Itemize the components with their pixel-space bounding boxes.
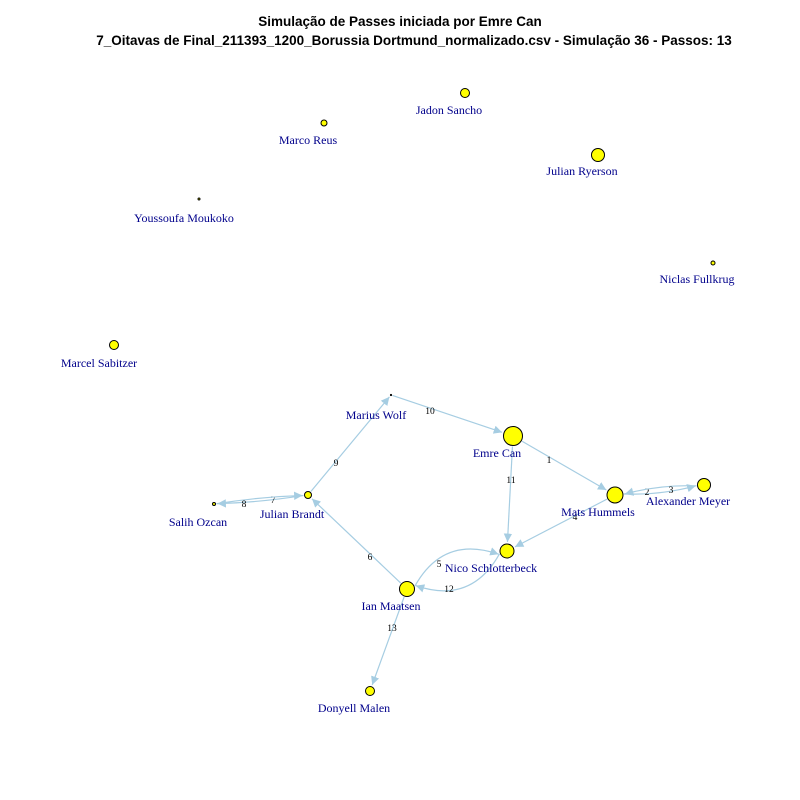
pass-edge-6 [311, 498, 402, 584]
pass-edge-label-6: 6 [368, 553, 373, 563]
player-node-wolf [389, 393, 393, 397]
player-node-ozcan [212, 502, 216, 506]
player-label-reus: Marco Reus [279, 133, 338, 147]
player-label-meyer: Alexander Meyer [646, 494, 730, 508]
pass-edge-8 [216, 491, 303, 505]
player-label-malen: Donyell Malen [318, 701, 390, 715]
pass-edge-label-11: 11 [506, 476, 515, 486]
player-node-moukoko [197, 197, 201, 201]
player-label-wolf: Marius Wolf [346, 408, 406, 422]
player-node-sancho [460, 88, 470, 98]
pass-edge-label-9: 9 [334, 459, 339, 469]
player-label-hummels: Mats Hummels [561, 505, 635, 519]
player-label-emre: Emre Can [473, 446, 521, 460]
pass-edge-1 [521, 440, 607, 491]
pass-edge-label-5: 5 [437, 560, 442, 570]
player-node-schlotterbeck [499, 543, 515, 559]
player-label-ryerson: Julian Ryerson [546, 164, 617, 178]
player-label-fullkrug: Niclas Fullkrug [660, 272, 735, 286]
diagram-title: Simulação de Passes iniciada por Emre Ca… [258, 14, 542, 29]
player-node-reus [320, 119, 328, 127]
player-label-moukoko: Youssoufa Moukoko [134, 211, 234, 225]
player-node-hummels [606, 486, 624, 504]
player-node-fullkrug [710, 260, 716, 266]
pass-edge-label-8: 8 [242, 500, 247, 510]
pass-edge-label-1: 1 [547, 456, 552, 466]
player-node-sabitzer [109, 340, 119, 350]
player-node-emre [503, 426, 523, 446]
player-node-maatsen [399, 581, 415, 597]
player-node-malen [365, 686, 375, 696]
player-node-meyer [697, 478, 711, 492]
pass-network-diagram: Simulação de Passes iniciada por Emre Ca… [61, 14, 735, 715]
pass-edge-label-13: 13 [387, 624, 397, 634]
player-label-sancho: Jadon Sancho [416, 103, 482, 117]
player-label-maatsen: Ian Maatsen [362, 599, 421, 613]
edges-layer: 12 345678910111213 [216, 394, 697, 686]
player-node-brandt [304, 491, 312, 499]
pass-edge-11 [503, 446, 514, 543]
nodes-layer: Jadon Sancho Marco Reus Julian Ryerson Yous… [61, 88, 735, 715]
pass-edge-label-10: 10 [425, 407, 435, 417]
diagram-subtitle: 7_Oitavas de Final_211393_1200_Borussia … [96, 33, 732, 48]
pass-edge-7 [217, 494, 304, 508]
pass-edge-label-12: 12 [444, 585, 454, 595]
player-label-sabitzer: Marcel Sabitzer [61, 356, 137, 370]
player-label-brandt: Julian Brandt [260, 507, 325, 521]
pass-edge-10 [392, 394, 503, 434]
player-label-ozcan: Salih Ozcan [169, 515, 227, 529]
player-node-ryerson [591, 148, 605, 162]
player-label-schlotterbeck: Nico Schlotterbeck [445, 561, 537, 575]
